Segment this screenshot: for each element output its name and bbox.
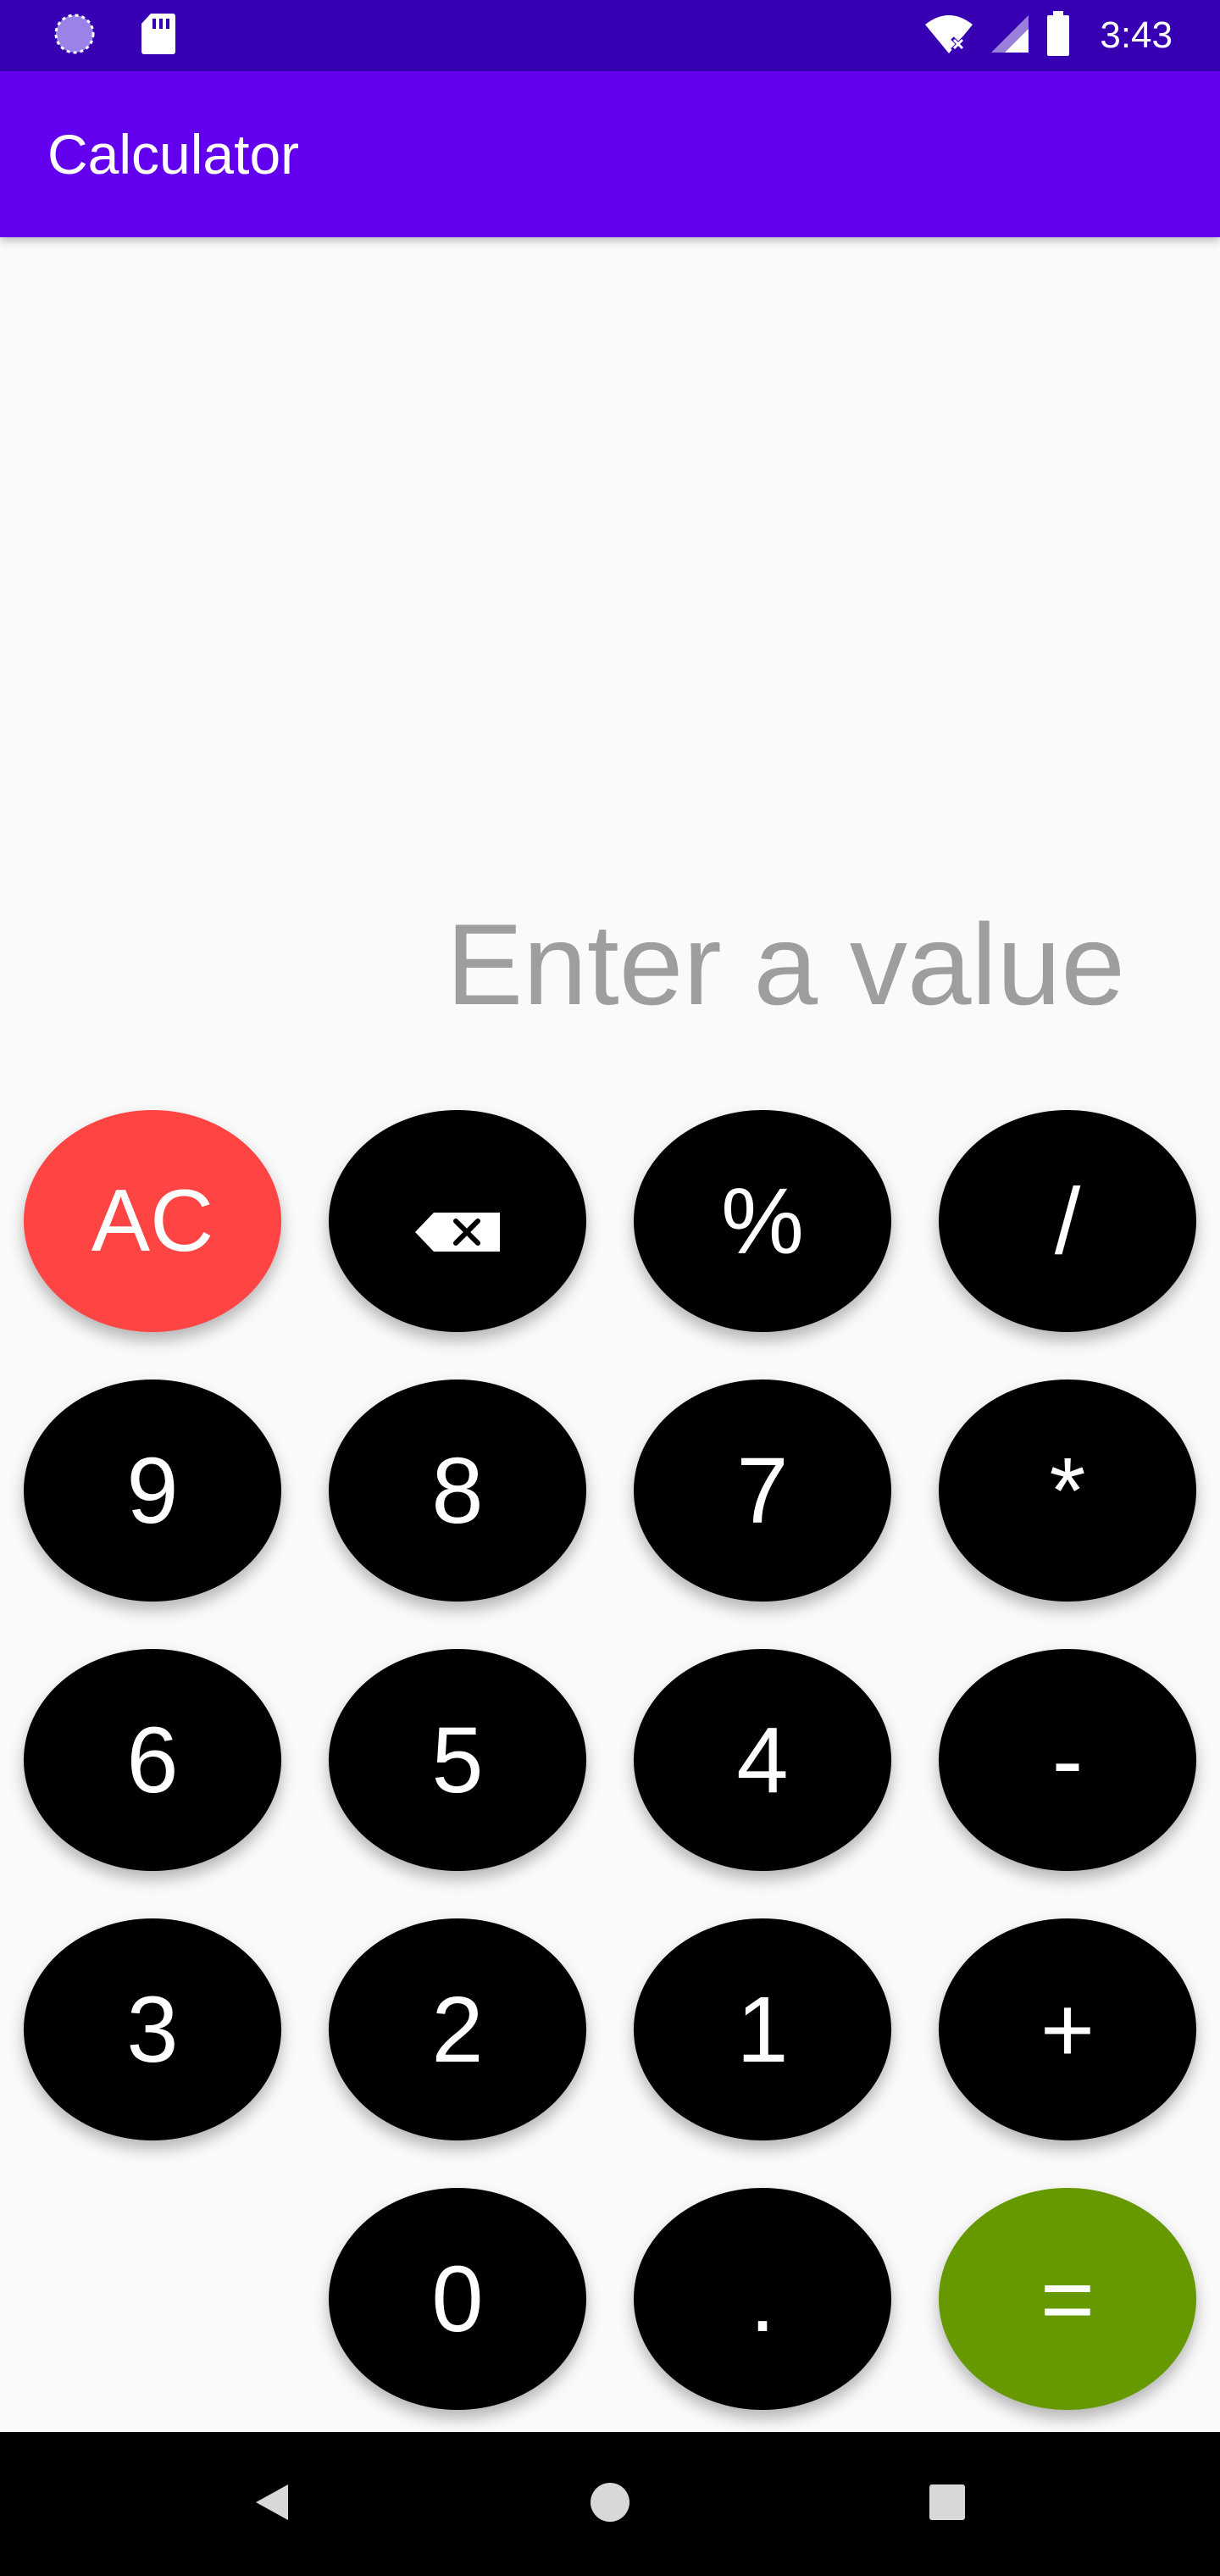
home-icon [589,2481,631,2528]
minus-button[interactable]: - [939,1649,1196,1871]
recents-icon [928,2483,967,2526]
five-button[interactable]: 5 [329,1649,586,1871]
percent-button[interactable]: % [634,1110,891,1332]
clear-button[interactable]: AC [24,1110,281,1332]
three-button[interactable]: 3 [24,1918,281,2140]
back-button[interactable] [234,2466,310,2542]
divide-button[interactable]: / [939,1110,1196,1332]
keypad: AC % / 9 8 7 * 6 5 4 - 3 2 1 + 0 . = [0,0,1220,2576]
four-button[interactable]: 4 [634,1649,891,1871]
decimal-point-button[interactable]: . [634,2188,891,2410]
plus-button[interactable]: + [939,1918,1196,2140]
eight-button[interactable]: 8 [329,1380,586,1602]
one-button[interactable]: 1 [634,1918,891,2140]
home-button[interactable] [572,2466,648,2542]
seven-button[interactable]: 7 [634,1380,891,1602]
zero-button[interactable]: 0 [329,2188,586,2410]
calculator-screen: 3:43 Calculator Enter a value AC % / 9 8… [0,0,1220,2576]
backspace-icon [413,1168,502,1275]
multiply-button[interactable]: * [939,1380,1196,1602]
app-title: Calculator [47,123,300,186]
two-button[interactable]: 2 [329,1918,586,2140]
navigation-bar [0,2432,1220,2576]
app-bar: Calculator [0,71,1220,237]
back-icon [251,2481,293,2528]
recents-button[interactable] [909,2466,985,2542]
backspace-button[interactable] [329,1110,586,1332]
equals-button[interactable]: = [939,2188,1196,2410]
nine-button[interactable]: 9 [24,1380,281,1602]
six-button[interactable]: 6 [24,1649,281,1871]
